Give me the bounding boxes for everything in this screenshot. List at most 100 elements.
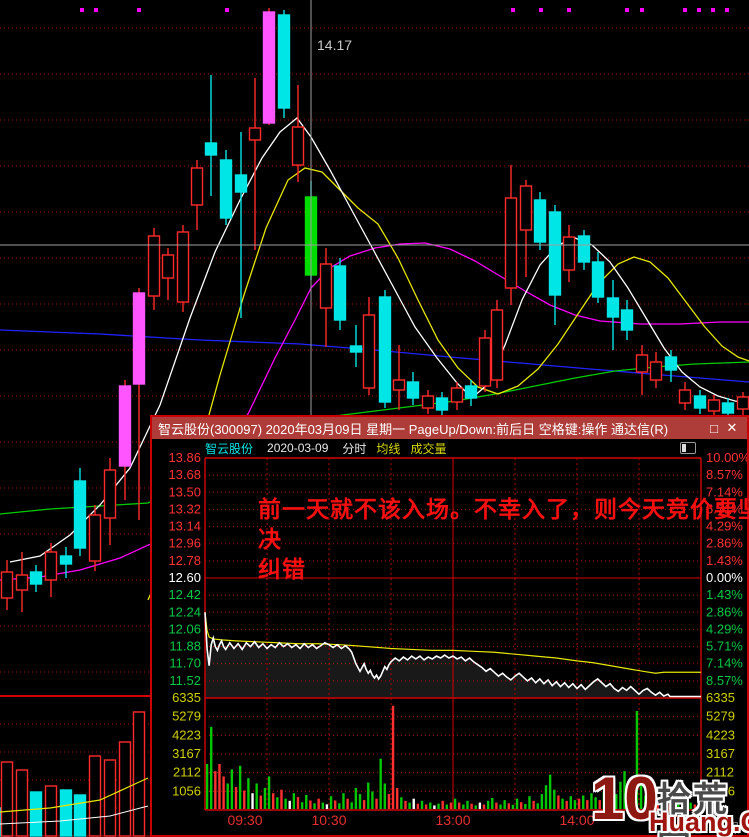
percent-axis-label: 8.57%: [706, 467, 743, 482]
candle-body: [649, 361, 663, 381]
volume-axis-label: 4223: [172, 727, 201, 742]
volume-bar: [73, 794, 87, 837]
price-axis-label: 12.60: [168, 570, 201, 585]
volume-bar: [103, 759, 117, 837]
price-axis-label: 12.24: [168, 604, 201, 619]
candle-body: [635, 354, 649, 373]
candle-body: [88, 514, 102, 562]
candle-body: [721, 402, 735, 414]
annotation-line-2: 纠错: [258, 556, 306, 582]
candle-body: [234, 174, 248, 193]
price-axis-label: 12.06: [168, 621, 201, 636]
time-axis-label: 10:30: [311, 812, 346, 828]
volume-axis-label: 5279: [706, 709, 735, 724]
percent-axis-label: 5.71%: [706, 639, 743, 654]
candle-body: [277, 14, 291, 109]
watermark: 10 拾荒网 Huang.CN: [591, 765, 749, 837]
candle-body: [362, 314, 376, 389]
volume-axis-label: 6335: [706, 690, 735, 705]
price-axis-label: 12.78: [168, 553, 201, 568]
price-axis-label: 13.32: [168, 501, 201, 516]
price-axis-label: 12.42: [168, 587, 201, 602]
annotation-line-1: 前一天就不该入场。不幸入了，则今天竞价要坚决: [258, 496, 749, 552]
volume-bar: [15, 769, 29, 837]
candle-body: [519, 185, 533, 231]
volume-bar: [0, 761, 14, 837]
volume-bar: [59, 789, 73, 837]
candle-body: [562, 236, 576, 271]
candle-body: [176, 231, 190, 303]
candle-body: [421, 395, 435, 409]
candle-body: [678, 389, 692, 404]
candle-body: [464, 385, 478, 399]
price-axis-label: 13.86: [168, 450, 201, 465]
candle-body: [59, 555, 73, 565]
candle-body: [435, 397, 449, 411]
annotation-text: 前一天就不该入场。不幸入了，则今天竞价要坚决 纠错: [258, 494, 749, 584]
time-axis-label: 13:00: [435, 812, 470, 828]
time-axis-label: 14:00: [559, 812, 594, 828]
volume-axis-label: 4223: [706, 727, 735, 742]
candle-body: [349, 345, 363, 353]
volume-bar: [44, 785, 58, 837]
volume-bar: [88, 755, 102, 837]
volume-axis-label: 1056: [172, 783, 201, 798]
price-axis-label: 11.52: [169, 673, 201, 688]
candle-body: [392, 379, 406, 391]
candle-body: [219, 159, 233, 219]
candle-body: [736, 396, 749, 410]
candle-body: [118, 385, 132, 467]
candle-body: [664, 356, 678, 371]
percent-axis-label: 7.14%: [706, 656, 743, 671]
daily-top-marks: [80, 8, 729, 12]
volume-axis-label: 5279: [172, 709, 201, 724]
percent-axis-label: 4.29%: [706, 621, 743, 636]
candle-body: [190, 167, 204, 206]
candle-body: [132, 292, 146, 385]
screen: 14.17 智云股份(300097) 2020年03月09日 星期一 PageU…: [0, 0, 749, 837]
volume-axis-label: 2112: [173, 765, 201, 780]
watermark-logo: 10: [591, 765, 658, 832]
volume-bar: [29, 791, 43, 837]
watermark-domain: Huang.CN: [649, 807, 749, 837]
candle-body: [490, 309, 504, 381]
time-axis-label: 09:30: [227, 812, 262, 828]
volume-axis-label: 3167: [172, 746, 201, 761]
candle-body: [478, 337, 492, 387]
candle-body: [378, 296, 392, 403]
volume-bar: [132, 711, 146, 837]
candle-body: [161, 254, 175, 279]
crosshair-price-label: 14.17: [317, 37, 352, 53]
candle-body: [15, 574, 29, 591]
candle-body: [548, 211, 562, 296]
candle-body: [450, 387, 464, 403]
daily-volume-bars: [0, 711, 149, 837]
candle-body: [707, 399, 721, 412]
candle-body: [504, 197, 518, 289]
candle-body: [248, 127, 262, 141]
price-axis-label: 11.88: [169, 639, 201, 654]
candle-body: [577, 235, 591, 263]
candle-body: [103, 469, 117, 519]
candle-body: [406, 381, 420, 399]
candle-body: [591, 261, 605, 298]
candle-body: [44, 551, 58, 581]
candle-body: [333, 265, 347, 321]
candle-body: [29, 571, 43, 585]
volume-axis-label: 6335: [172, 690, 201, 705]
candle-body: [620, 309, 634, 331]
candle-body: [606, 297, 620, 318]
price-axis-label: 13.68: [168, 467, 201, 482]
candle-body: [291, 126, 305, 166]
percent-axis-label: 8.57%: [706, 673, 743, 688]
price-axis-label: 12.96: [168, 536, 201, 551]
volume-axis-label: 3167: [706, 746, 735, 761]
price-axis-label: 13.50: [168, 484, 201, 499]
percent-axis-label: 1.43%: [706, 587, 743, 602]
percent-axis-label: 10.00%: [706, 450, 747, 465]
candle-body: [262, 11, 276, 124]
candle-body: [0, 571, 14, 599]
candle-body: [204, 142, 218, 156]
candle-body: [319, 263, 333, 309]
price-axis-label: 11.70: [169, 656, 201, 671]
